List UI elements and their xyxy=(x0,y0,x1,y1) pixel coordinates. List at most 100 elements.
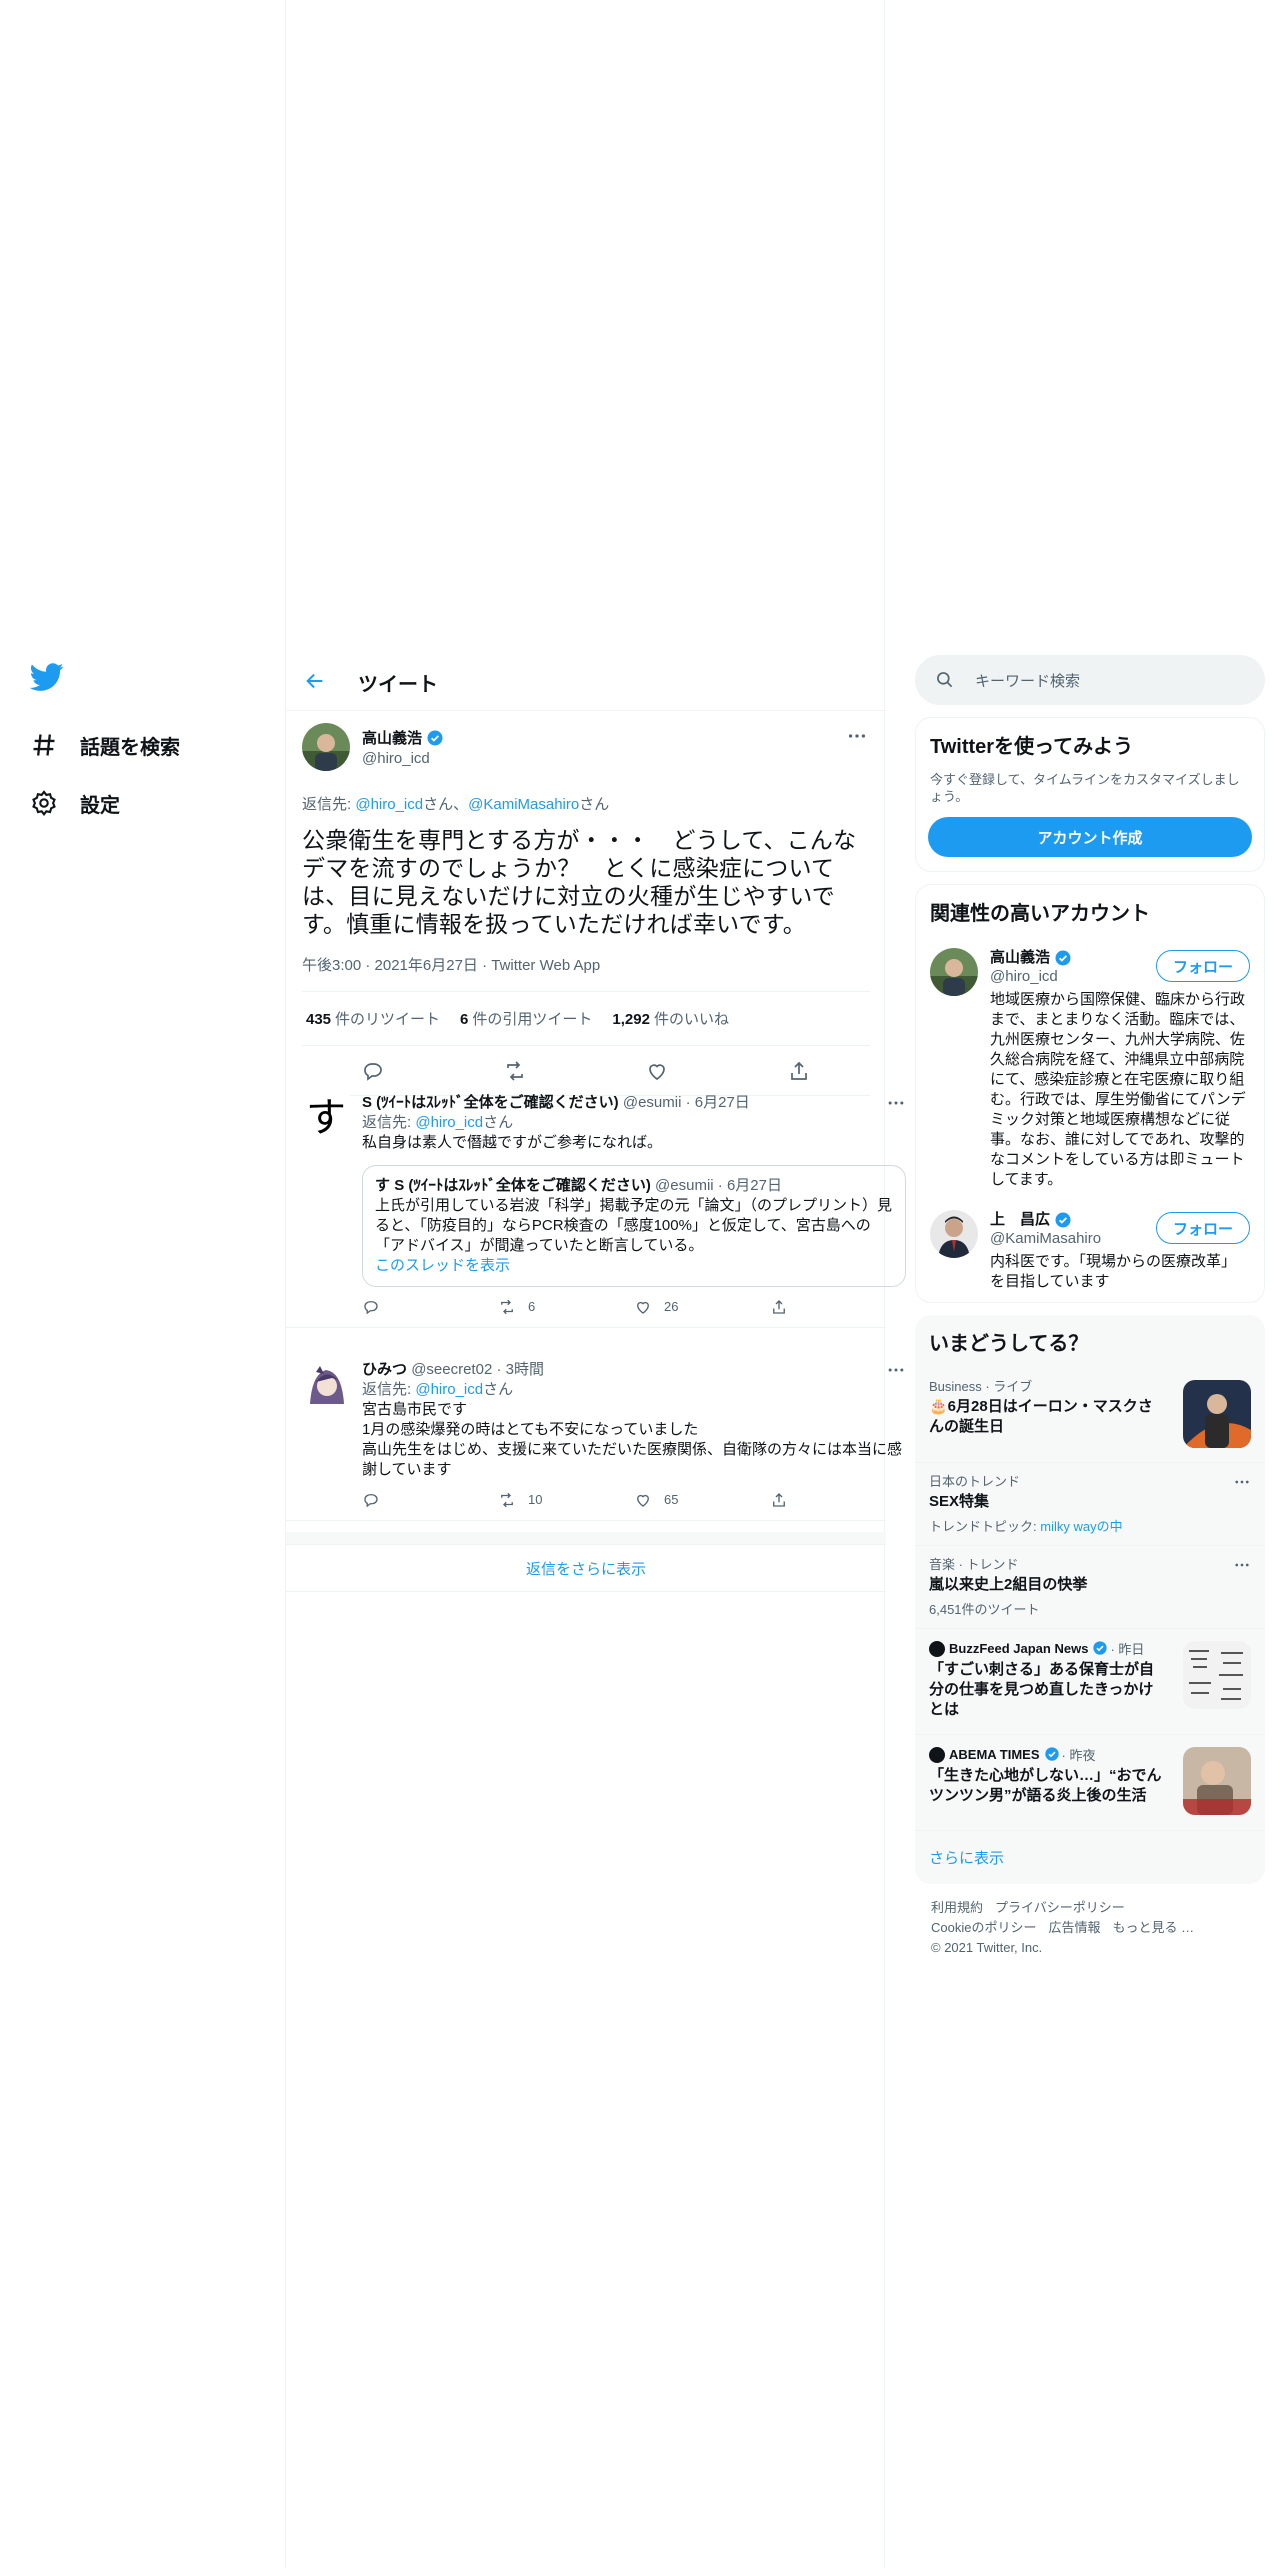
account-name: 高山義浩 xyxy=(990,949,1051,966)
nav-explore-label: 話題を検索 xyxy=(80,736,180,759)
reply-to-prefix: 返信先: xyxy=(302,796,356,813)
reply-author-name[interactable]: ひみつ xyxy=(362,1361,407,1378)
reply-time[interactable]: · 3時間 xyxy=(496,1361,544,1378)
like-count: 65 xyxy=(664,1492,679,1507)
tweet-text: 公衆衛生を専門とする方が・・・ どうして、こんなデマを流すのでしょうか？ とくに… xyxy=(302,827,857,937)
author-handle[interactable]: @hiro_icd xyxy=(362,750,444,767)
share-action[interactable] xyxy=(770,1298,906,1316)
main-tweet: 高山義浩 @hiro_icd 返信先: @hiro_icdさん、@KamiMas… xyxy=(286,711,886,1096)
follow-button[interactable]: フォロー xyxy=(1155,1212,1250,1244)
nav-settings[interactable]: 設定 xyxy=(30,774,280,832)
reply-to-user-link[interactable]: @hiro_icd xyxy=(415,1381,483,1398)
news-item[interactable]: BuzzFeed Japan News · 昨日 「すごい刺さる」ある保育士が自分… xyxy=(915,1628,1265,1734)
follow-button[interactable]: フォロー xyxy=(1155,950,1250,982)
trend-item[interactable]: Business · ライブ 🎂6月28日はイーロン・マスクさんの誕生日 xyxy=(915,1368,1265,1462)
reply-icon xyxy=(364,1301,378,1315)
more-options-icon[interactable] xyxy=(886,1093,906,1113)
reply-text-line: 高山先生をはじめ、支援に来ていただいた医療関係、自衛隊の方々には本当に感謝してい… xyxy=(362,1441,903,1478)
share-icon xyxy=(773,1493,785,1507)
reply-author-handle[interactable]: @seecret02 xyxy=(411,1361,492,1378)
account-item[interactable]: 上 昌広 @KamiMasahiro 内科医です。「現場からの医療改革」を目指し… xyxy=(916,1200,1264,1302)
reply-action[interactable] xyxy=(362,1491,498,1509)
quote-avatar-letter: す xyxy=(375,1177,391,1194)
reply-actions: 10 65 xyxy=(362,1490,906,1510)
related-accounts-card: 関連性の高いアカウント 高山義浩 @hiro_icd 地域医療から国際保健、臨床… xyxy=(915,884,1265,1303)
more-options-icon[interactable] xyxy=(1233,1473,1251,1491)
back-arrow-icon[interactable] xyxy=(304,670,330,696)
search-placeholder: キーワード検索 xyxy=(975,672,1081,690)
trend-title: 嵐以来史上2組目の快挙 xyxy=(929,1576,1088,1593)
like-count[interactable]: 1,292 件のいいね xyxy=(612,1008,729,1029)
verified-badge-icon xyxy=(1044,1746,1062,1764)
trend-item[interactable]: 日本のトレンド SEX特集 トレンドトピック: milky wayの中 xyxy=(915,1462,1265,1545)
like-action[interactable]: 26 xyxy=(634,1297,770,1317)
more-options-icon[interactable] xyxy=(886,1360,906,1380)
account-item[interactable]: 高山義浩 @hiro_icd 地域医療から国際保健、臨床から行政まで、まとまりな… xyxy=(916,938,1264,1200)
quote-count[interactable]: 6 件の引用ツイート xyxy=(460,1008,592,1029)
trend-topic-link[interactable]: milky wayの中 xyxy=(1040,1519,1122,1534)
retweet-count-number: 435 xyxy=(306,1011,332,1028)
reply-to-user-link[interactable]: @hiro_icd xyxy=(355,796,423,813)
share-action[interactable] xyxy=(770,1491,906,1509)
footer-link[interactable]: Cookieのポリシー xyxy=(931,1920,1036,1935)
nav-explore[interactable]: 話題を検索 xyxy=(30,716,280,774)
main-tweet-header: 高山義浩 @hiro_icd xyxy=(302,711,870,783)
retweet-icon[interactable] xyxy=(503,1059,527,1083)
share-icon[interactable] xyxy=(787,1059,811,1083)
account-bio: 内科医です。「現場からの医療改革」を目指しています xyxy=(990,1253,1237,1290)
avatar[interactable] xyxy=(930,1210,978,1258)
reply-tweet[interactable]: ひみつ @seecret02 · 3時間 返信先: @hiro_icdさん 宮古… xyxy=(286,1350,904,1521)
reply-action[interactable] xyxy=(362,1298,498,1316)
divider xyxy=(286,1532,886,1544)
reply-author-handle[interactable]: @esumii xyxy=(623,1094,682,1111)
footer-link[interactable]: 利用規約 xyxy=(931,1900,983,1915)
avatar[interactable] xyxy=(930,948,978,996)
avatar[interactable]: す xyxy=(302,1093,350,1141)
share-icon xyxy=(773,1300,785,1314)
quote-author-handle: @esumii xyxy=(655,1177,714,1194)
reply-header: S (ﾂｲｰﾄはｽﾚｯﾄﾞ全体をご確認ください) @esumii · 6月27日 xyxy=(362,1093,906,1113)
more-options-icon[interactable] xyxy=(846,725,868,747)
like-icon[interactable] xyxy=(645,1059,669,1083)
create-account-button[interactable]: アカウント作成 xyxy=(928,817,1252,857)
trend-title: SEX特集 xyxy=(929,1493,990,1510)
avatar-letter: す xyxy=(306,1095,346,1141)
footer-link[interactable]: プライバシーポリシー xyxy=(995,1900,1125,1915)
author-name[interactable]: 高山義浩 xyxy=(362,727,422,748)
news-time: · 昨日 xyxy=(1110,1642,1145,1657)
retweet-action[interactable]: 10 xyxy=(498,1490,634,1510)
page-title: ツイート xyxy=(358,674,438,696)
reply-tweet[interactable]: す S (ﾂｲｰﾄはｽﾚｯﾄﾞ全体をご確認ください) @esumii · 6月2… xyxy=(286,1083,906,1328)
twitter-bird-icon[interactable] xyxy=(30,660,64,694)
show-more-replies-button[interactable]: 返信をさらに表示 xyxy=(286,1544,886,1592)
news-title: 「生きた心地がしない…」“おでんツンツン男”が語る炎上後の生活 xyxy=(929,1767,1162,1804)
search-icon xyxy=(937,672,953,688)
more-options-icon[interactable] xyxy=(1233,1556,1251,1574)
reply-to-user-link[interactable]: @KamiMasahiro xyxy=(468,796,579,813)
copyright: © 2021 Twitter, Inc. xyxy=(931,1940,1043,1955)
avatar[interactable] xyxy=(302,1360,350,1408)
avatar[interactable] xyxy=(302,723,350,771)
footer-link[interactable]: もっと見る … xyxy=(1112,1920,1194,1935)
signup-title: Twitterを使ってみよう xyxy=(930,736,1134,758)
show-thread-link[interactable]: このスレッドを表示 xyxy=(375,1256,893,1276)
reply-icon xyxy=(364,1494,378,1508)
tweet-meta[interactable]: 午後3:00 · 2021年6月27日 · Twitter Web App xyxy=(302,954,870,992)
like-action[interactable]: 65 xyxy=(634,1490,770,1510)
trend-item[interactable]: 音楽 · トレンド 嵐以来史上2組目の快挙 6,451件のツイート xyxy=(915,1545,1265,1628)
search-input[interactable]: キーワード検索 xyxy=(915,655,1265,705)
news-thumbnail xyxy=(1183,1747,1251,1815)
footer-link[interactable]: 広告情報 xyxy=(1048,1920,1100,1935)
retweet-action[interactable]: 6 xyxy=(498,1297,634,1317)
reply-author-name[interactable]: S (ﾂｲｰﾄはｽﾚｯﾄﾞ全体をご確認ください) xyxy=(362,1094,619,1111)
show-more-trends-link[interactable]: さらに表示 xyxy=(915,1830,1265,1884)
news-item[interactable]: ABEMA TIMES · 昨夜 「生きた心地がしない…」“おでんツンツン男”が語… xyxy=(915,1734,1265,1830)
reply-icon[interactable] xyxy=(361,1059,385,1083)
news-thumbnail xyxy=(1183,1641,1251,1709)
verified-badge-icon xyxy=(426,729,444,747)
reply-text-line: 1月の感染爆発の時はとても不安になっていました xyxy=(362,1421,699,1438)
retweet-count[interactable]: 435 件のリツイート xyxy=(306,1008,440,1029)
quoted-tweet[interactable]: す S (ﾂｲｰﾄはｽﾚｯﾄﾞ全体をご確認ください) @esumii · 6月2… xyxy=(362,1165,906,1287)
reply-time[interactable]: · 6月27日 xyxy=(686,1094,750,1111)
reply-to-user-link[interactable]: @hiro_icd xyxy=(415,1114,483,1131)
